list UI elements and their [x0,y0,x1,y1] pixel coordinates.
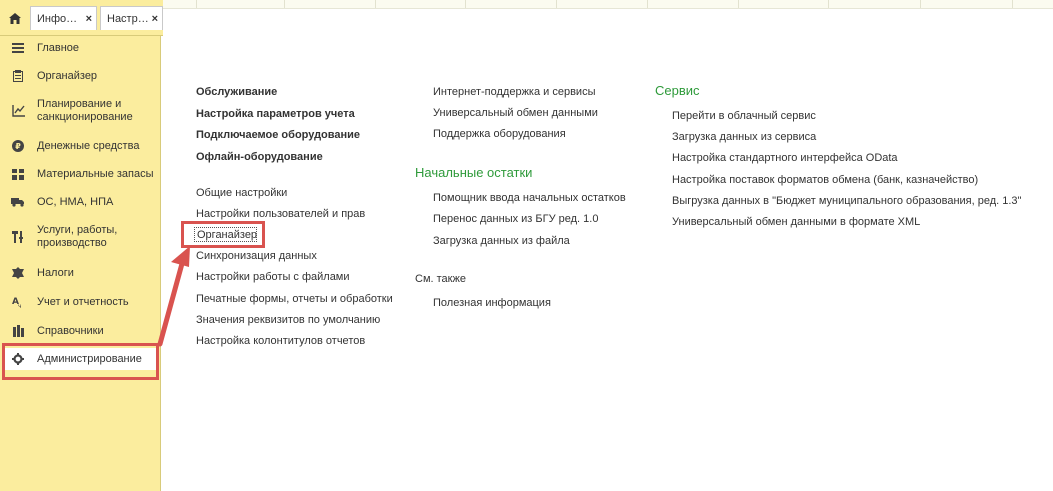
sidebar: Главное Органайзер Планирование и санкци… [0,36,161,491]
sidebar-item-cash[interactable]: ₽ Денежные средства [0,135,161,157]
sidebar-item-label: Органайзер [37,69,98,82]
link-cloud-service[interactable]: Перейти в облачный сервис [672,110,816,122]
menu-lines-icon [11,41,25,55]
svg-text:ч: ч [18,303,22,308]
ruler-tick [465,0,466,8]
section-heading-initial-balances: Начальные остатки [415,165,533,180]
link-offline-equipment[interactable]: Офлайн-оборудование [196,151,323,163]
grid-icon [11,167,25,181]
link-useful-info[interactable]: Полезная информация [433,297,551,309]
link-accounting-params[interactable]: Настройка параметров учета [196,108,355,120]
sidebar-item-label: Учет и отчетность [37,295,129,308]
sidebar-item-label: ОС, НМА, НПА [37,195,114,208]
accounting-icon: Aч [11,295,25,309]
planning-icon [11,104,25,118]
tab-info[interactable]: Инфо… × [30,6,97,30]
link-file-settings[interactable]: Настройки работы с файлами [196,271,350,283]
tab-strip: Инфо… × Настр… × [0,0,163,36]
ruler-tick [920,0,921,8]
link-xml-exchange[interactable]: Универсальный обмен данными в формате XM… [672,216,920,228]
tab-label: Настр… [107,12,149,25]
sidebar-item-planning[interactable]: Планирование и санкционирование [0,96,161,126]
link-report-headers[interactable]: Настройка колонтитулов отчетов [196,335,365,347]
sidebar-item-label: Налоги [37,266,74,279]
link-data-sync[interactable]: Синхронизация данных [196,250,317,262]
sidebar-item-inventory[interactable]: Материальные запасы [0,163,161,185]
sidebar-item-references[interactable]: Справочники [0,320,161,342]
link-connected-equipment[interactable]: Подключаемое оборудование [196,129,360,141]
section-heading-service: Сервис [655,83,700,98]
coin-icon: ₽ [11,139,25,153]
home-button[interactable] [4,8,26,28]
top-ruler [163,0,1053,9]
books-icon [11,324,25,338]
sidebar-item-services[interactable]: Услуги, работы, производство [0,222,161,252]
truck-icon [11,195,25,209]
sidebar-item-label: Денежные средства [37,139,140,152]
sidebar-item-label: Администрирование [37,352,142,365]
link-exchange-formats[interactable]: Настройка поставок форматов обмена (банк… [672,174,978,186]
emblem-icon [11,266,25,280]
link-internet-support[interactable]: Интернет-поддержка и сервисы [433,86,595,98]
home-icon [9,12,21,24]
link-export-budget[interactable]: Выгрузка данных в "Бюджет муниципального… [672,195,1021,207]
svg-text:₽: ₽ [15,142,21,151]
tab-settings[interactable]: Настр… × [100,6,163,30]
notepad-icon [11,69,25,83]
link-odata-settings[interactable]: Настройка стандартного интерфейса OData [672,152,898,164]
sidebar-item-accounting[interactable]: Aч Учет и отчетность [0,291,161,313]
sidebar-item-administration[interactable]: Администрирование [3,348,156,370]
link-balances-wizard[interactable]: Помощник ввода начальных остатков [433,192,626,204]
ruler-tick [284,0,285,8]
ruler-tick [1012,0,1013,8]
link-maintenance[interactable]: Обслуживание [196,86,277,98]
sidebar-item-label: Планирование и санкционирование [37,98,133,123]
link-general-settings[interactable]: Общие настройки [196,187,287,199]
close-icon[interactable]: × [152,13,158,25]
ruler-tick [647,0,648,8]
link-user-settings[interactable]: Настройки пользователей и прав [196,208,365,220]
gear-icon [11,352,25,366]
tab-label: Инфо… [37,12,78,25]
sidebar-item-label: Материальные запасы [37,167,154,180]
sidebar-item-assets[interactable]: ОС, НМА, НПА [0,191,161,213]
ruler-tick [375,0,376,8]
link-print-forms[interactable]: Печатные формы, отчеты и обработки [196,293,393,305]
tools-icon [11,230,25,244]
sidebar-item-main[interactable]: Главное [0,37,161,59]
ruler-tick [196,0,197,8]
sidebar-item-label: Услуги, работы, производство [37,224,118,249]
app-window: Инфо… × Настр… × Главное Органайзер План… [0,0,1053,491]
ruler-tick [738,0,739,8]
see-also-label: См. также [415,273,466,285]
sidebar-item-label: Главное [37,41,80,54]
sidebar-item-organizer[interactable]: Органайзер [0,65,161,87]
sidebar-item-taxes[interactable]: Налоги [0,262,161,284]
link-universal-exchange[interactable]: Универсальный обмен данными [433,107,598,119]
link-equipment-support[interactable]: Поддержка оборудования [433,128,566,140]
ruler-tick [828,0,829,8]
close-icon[interactable]: × [86,13,92,25]
ruler-tick [556,0,557,8]
link-load-from-service[interactable]: Загрузка данных из сервиса [672,131,816,143]
link-load-from-file[interactable]: Загрузка данных из файла [433,235,570,247]
link-organizer[interactable]: Органайзер [197,229,257,241]
sidebar-item-label: Справочники [37,324,104,337]
link-default-values[interactable]: Значения реквизитов по умолчанию [196,314,380,326]
link-bgu-transfer[interactable]: Перенос данных из БГУ ред. 1.0 [433,213,598,225]
